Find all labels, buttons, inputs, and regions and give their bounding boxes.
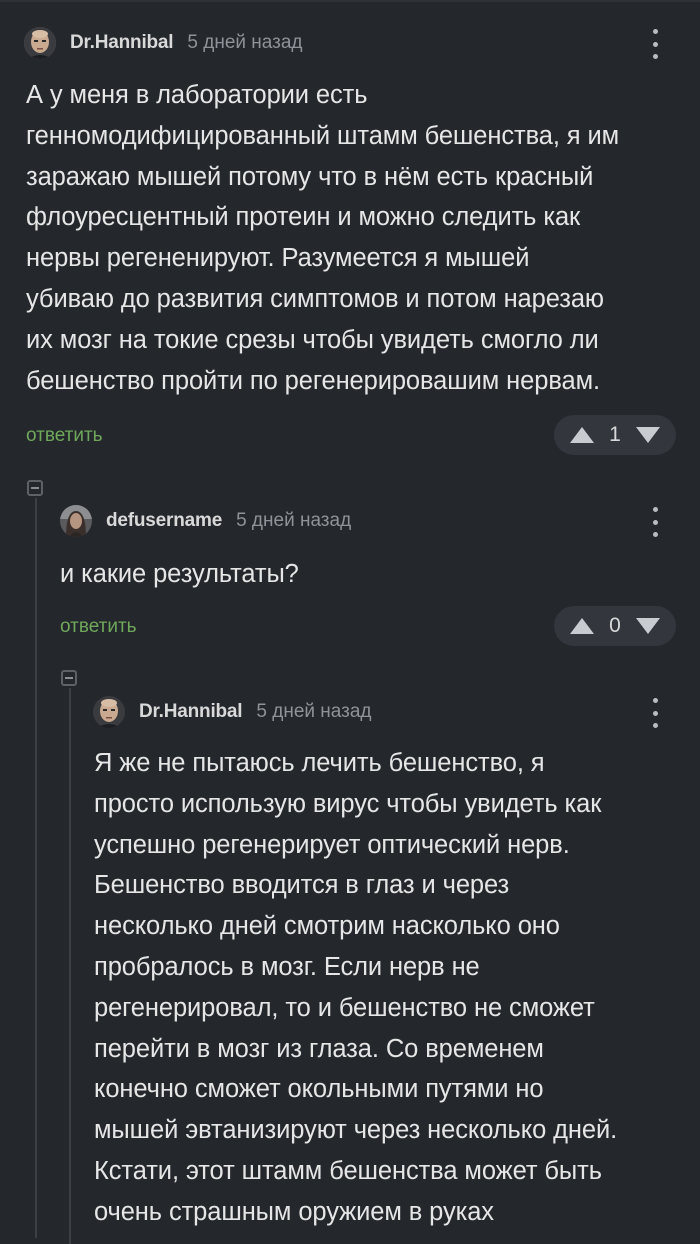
more-options-icon[interactable] <box>650 507 660 537</box>
author-name[interactable]: defusername <box>106 510 222 532</box>
downvote-icon[interactable] <box>636 618 660 634</box>
top-divider <box>0 0 700 2</box>
thread-line <box>69 688 71 1244</box>
vote-score: 0 <box>609 614 621 637</box>
bald-man-avatar-icon[interactable] <box>93 696 125 728</box>
comment-text: А у меня в лаборатории есть генномодифиц… <box>26 81 620 395</box>
collapse-thread-icon[interactable] <box>27 480 43 496</box>
comment-time: 5 дней назад <box>187 32 303 53</box>
vote-control: 1 <box>554 415 676 455</box>
reply-button[interactable]: ответить <box>60 616 137 638</box>
more-options-icon[interactable] <box>650 698 660 728</box>
vote-control: 0 <box>554 606 676 646</box>
comment-time: 5 дней назад <box>236 510 352 531</box>
author-name[interactable]: Dr.Hannibal <box>70 32 174 54</box>
collapse-thread-icon[interactable] <box>61 670 77 686</box>
comment-time: 5 дней назад <box>256 701 372 722</box>
vote-score: 1 <box>609 423 621 446</box>
long-hair-avatar-icon[interactable] <box>60 505 92 537</box>
thread-line <box>35 498 37 1238</box>
downvote-icon[interactable] <box>636 427 660 443</box>
author-name[interactable]: Dr.Hannibal <box>139 701 243 723</box>
comment-header: Dr.Hannibal 5 дней назад <box>24 26 303 60</box>
comment-text: и какие результаты? <box>60 560 299 588</box>
comment-header: defusername 5 дней назад <box>60 504 351 538</box>
reply-button[interactable]: ответить <box>26 425 103 447</box>
more-options-icon[interactable] <box>650 29 660 59</box>
comment-header: Dr.Hannibal 5 дней назад <box>93 695 372 729</box>
comment-text: Я же не пытаюсь лечить бешенство, я прос… <box>94 749 618 1226</box>
bald-man-avatar-icon[interactable] <box>24 27 56 59</box>
upvote-icon[interactable] <box>570 618 594 634</box>
upvote-icon[interactable] <box>570 427 594 443</box>
